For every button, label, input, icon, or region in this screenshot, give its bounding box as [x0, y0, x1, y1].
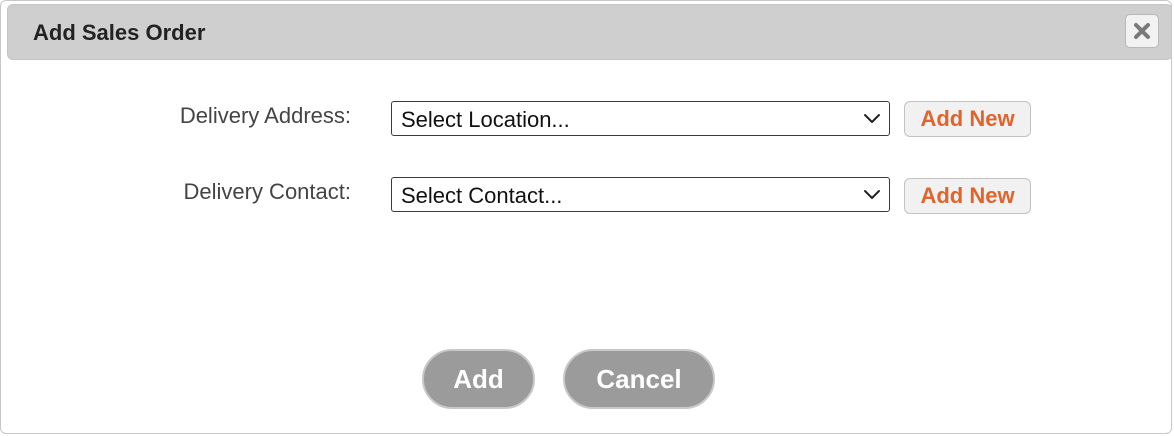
dialog-title: Add Sales Order — [33, 20, 206, 45]
delivery-contact-selected-value: Select Contact... — [401, 183, 563, 208]
chevron-down-icon — [863, 188, 881, 206]
delivery-contact-label: Delivery Contact: — [183, 179, 351, 204]
close-button[interactable] — [1125, 14, 1159, 48]
chevron-down-icon — [863, 112, 881, 130]
delivery-address-select[interactable]: Select Location... — [391, 101, 890, 136]
delivery-address-selected-value: Select Location... — [401, 107, 570, 132]
add-new-contact-button[interactable]: Add New — [904, 178, 1031, 214]
add-new-location-button[interactable]: Add New — [904, 101, 1031, 137]
delivery-contact-select[interactable]: Select Contact... — [391, 177, 890, 212]
add-button[interactable]: Add — [422, 349, 535, 409]
dialog-titlebar: Add Sales Order — [7, 4, 1171, 60]
delivery-address-label: Delivery Address: — [179, 103, 351, 128]
cancel-button[interactable]: Cancel — [563, 349, 715, 409]
close-icon — [1133, 22, 1151, 40]
add-sales-order-dialog: Add Sales Order Delivery Address: Select… — [0, 0, 1172, 434]
